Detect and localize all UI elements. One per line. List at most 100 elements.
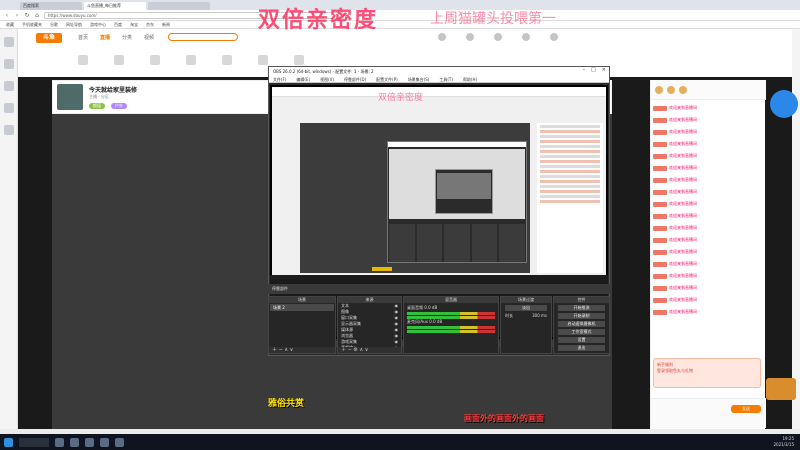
menu-item[interactable]: 编辑(E) xyxy=(296,76,310,82)
mixer-channel[interactable]: 麦克风/Aux 0.0 dB xyxy=(407,319,495,333)
taskbar-app-icon[interactable] xyxy=(100,437,109,447)
menu-item[interactable]: 文件(F) xyxy=(273,76,286,82)
history-icon[interactable] xyxy=(438,33,446,41)
category-icon[interactable] xyxy=(258,55,268,65)
home-icon[interactable]: ⌂ xyxy=(34,12,40,19)
chat-message: 欢迎来到直播间 xyxy=(653,116,763,124)
streamer-avatar[interactable] xyxy=(57,84,83,110)
bookmark-item[interactable]: 游戏中心 xyxy=(90,22,106,28)
nav-item[interactable]: 视频 xyxy=(144,34,154,41)
bookmark-item[interactable]: 新闻 xyxy=(162,22,170,28)
fan-badge-icon xyxy=(653,285,667,291)
bookmark-item[interactable]: 网址导航 xyxy=(66,22,82,28)
minimize-icon[interactable]: – xyxy=(583,67,586,73)
page-scrollbar[interactable] xyxy=(792,29,800,429)
rank-icon[interactable] xyxy=(655,85,663,94)
browser-tab[interactable]: 百度搜索 xyxy=(20,2,82,10)
room-tag[interactable]: 户外 xyxy=(111,103,127,109)
promo-card[interactable]: 新手福利 登录领取鱼丸与礼物 xyxy=(653,358,761,388)
forward-icon[interactable]: › xyxy=(14,12,20,19)
mixer-channel[interactable]: 桌面音频 0.0 dB xyxy=(407,305,495,319)
event-badge[interactable] xyxy=(766,378,796,400)
taskbar-app-icon[interactable] xyxy=(55,437,64,447)
mascot-badge[interactable] xyxy=(770,90,798,118)
chat-message-text: 欢迎来到直播间 xyxy=(669,177,697,182)
taskbar-app-icon[interactable] xyxy=(85,437,94,447)
rank-icon[interactable] xyxy=(679,85,687,94)
follow-icon[interactable] xyxy=(466,33,474,41)
close-icon[interactable]: × xyxy=(602,67,606,73)
chat-message: 欢迎来到直播间 xyxy=(653,272,763,280)
chat-message: 欢迎来到直播间 xyxy=(653,152,763,160)
control-button[interactable]: 开始推流 xyxy=(558,305,605,311)
category-icon[interactable] xyxy=(150,55,160,65)
system-clock[interactable]: 19:25 2021/3/15 xyxy=(773,436,794,448)
send-button[interactable]: 发送 xyxy=(731,405,761,413)
rank-icon[interactable] xyxy=(667,85,675,94)
nav-item-active[interactable]: 直播 xyxy=(100,34,110,41)
nav-item[interactable]: 首页 xyxy=(78,34,88,41)
menu-item[interactable]: 停靠部件(D) xyxy=(344,76,366,82)
fan-badge-icon xyxy=(653,117,667,123)
user-avatar-icon[interactable] xyxy=(550,33,558,41)
browser-tab-bar: 百度搜索 斗鱼直播_每日推荐 xyxy=(0,0,800,10)
chat-panel: 欢迎来到直播间 欢迎来到直播间 欢迎来到直播间 欢迎来到直播间 欢迎来到直播间 欢迎来到直… xyxy=(650,80,766,430)
nested-obs-window-deep xyxy=(435,169,493,214)
sidebar-icon[interactable] xyxy=(3,103,14,113)
bookmark-item[interactable]: 百度 xyxy=(114,22,122,28)
sidebar-icon[interactable] xyxy=(3,125,14,135)
mixer-channel-name: 麦克风/Aux xyxy=(407,319,428,324)
menu-item[interactable]: 配置文件(P) xyxy=(376,76,398,82)
transition-select[interactable]: 淡出 xyxy=(505,305,547,311)
source-controls[interactable]: ＋ − ⚙ ∧ ∨ xyxy=(338,347,401,353)
browser-sidebar xyxy=(0,29,18,429)
bookmark-item[interactable]: 手机收藏夹 xyxy=(22,22,42,28)
chat-list: 欢迎来到直播间 欢迎来到直播间 欢迎来到直播间 欢迎来到直播间 欢迎来到直播间 欢迎来到直… xyxy=(653,104,763,320)
fan-badge-icon xyxy=(653,153,667,159)
bookmark-item[interactable]: 淘宝 xyxy=(130,22,138,28)
duration-input[interactable]: 300 ms xyxy=(532,313,547,319)
category-icon[interactable] xyxy=(186,55,196,65)
browser-tab-active[interactable]: 斗鱼直播_每日推荐 xyxy=(84,2,146,10)
taskbar-app-icon[interactable] xyxy=(115,437,124,447)
refresh-icon[interactable]: ↻ xyxy=(24,12,30,19)
control-button[interactable]: 开始录制 xyxy=(558,313,605,319)
control-button[interactable]: 设置 xyxy=(558,337,605,343)
control-button[interactable]: 启动虚拟摄像机 xyxy=(558,321,605,327)
download-icon[interactable] xyxy=(522,33,530,41)
sidebar-icon[interactable] xyxy=(3,37,14,47)
taskbar-app-icon[interactable] xyxy=(70,437,79,447)
site-logo[interactable]: 斗鱼 xyxy=(36,33,62,43)
maximize-icon[interactable]: □ xyxy=(591,67,596,73)
menu-item[interactable]: 工具(T) xyxy=(439,76,453,82)
room-tag[interactable]: 颜值 xyxy=(89,103,105,109)
site-search-input[interactable] xyxy=(168,33,238,41)
fan-badge-icon xyxy=(653,237,667,243)
category-icon[interactable] xyxy=(294,55,304,65)
browser-tab[interactable] xyxy=(148,2,210,10)
bookmark-item[interactable]: 京东 xyxy=(146,22,154,28)
sidebar-icon[interactable] xyxy=(3,81,14,91)
bookmark-item[interactable]: 谷歌 xyxy=(50,22,58,28)
chat-message-text: 欢迎来到直播间 xyxy=(669,237,697,242)
category-icon[interactable] xyxy=(222,55,232,65)
controls-dock: 控件 开始推流 开始录制 启动虚拟摄像机 工作室模式 设置 退出 xyxy=(553,296,610,354)
category-icon[interactable] xyxy=(114,55,124,65)
windows-start-icon[interactable] xyxy=(4,437,13,447)
chat-message-text: 欢迎来到直播间 xyxy=(669,141,697,146)
menu-item[interactable]: 视图(V) xyxy=(320,76,334,82)
sidebar-icon[interactable] xyxy=(3,59,14,69)
control-button[interactable]: 退出 xyxy=(558,345,605,351)
scene-item[interactable]: 场景 2 xyxy=(270,304,334,311)
message-icon[interactable] xyxy=(494,33,502,41)
scene-controls[interactable]: ＋ − ∧ ∨ xyxy=(269,347,335,353)
bookmark-item[interactable]: 收藏 xyxy=(6,22,14,28)
category-icon[interactable] xyxy=(78,55,88,65)
back-icon[interactable]: ‹ xyxy=(4,12,10,19)
control-button[interactable]: 工作室模式 xyxy=(558,329,605,335)
subtitle-red: 画面外的画面外的画面 xyxy=(464,414,544,423)
menu-item[interactable]: 场景集合(S) xyxy=(408,76,430,82)
nav-item[interactable]: 分类 xyxy=(122,34,132,41)
menu-item[interactable]: 帮助(H) xyxy=(463,76,477,82)
taskbar-search[interactable] xyxy=(19,437,49,447)
